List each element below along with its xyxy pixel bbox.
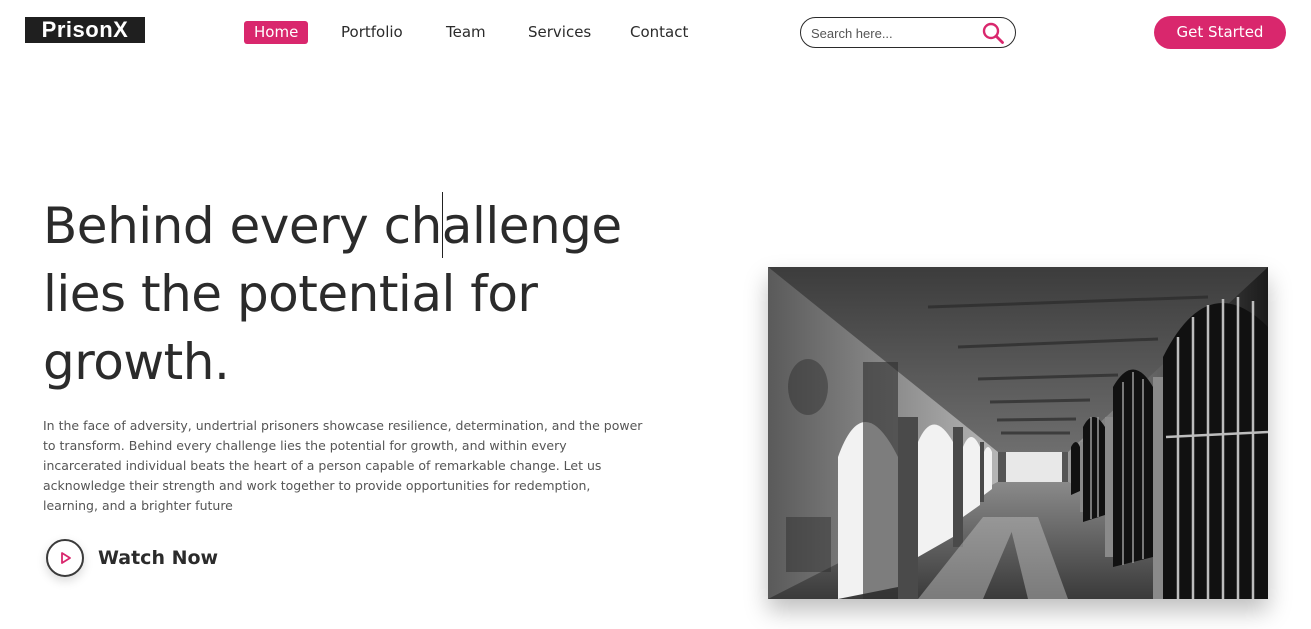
- search-icon[interactable]: [981, 21, 1005, 45]
- nav-item-team[interactable]: Team: [446, 21, 486, 44]
- watch-now-label[interactable]: Watch Now: [98, 547, 218, 569]
- brand-logo[interactable]: PrisonX: [25, 17, 145, 43]
- hero-headline-line-3: growth.: [43, 333, 230, 391]
- play-icon[interactable]: [46, 539, 84, 577]
- nav-item-services[interactable]: Services: [528, 21, 591, 44]
- text-cursor: [442, 192, 443, 258]
- hero-headline: Behind every challenge lies the potentia…: [43, 192, 683, 396]
- search-box: [800, 17, 1016, 48]
- get-started-button[interactable]: Get Started: [1154, 16, 1286, 49]
- hero-headline-line-2: lies the potential for: [43, 265, 538, 323]
- nav-item-contact[interactable]: Contact: [630, 21, 688, 44]
- nav-item-portfolio[interactable]: Portfolio: [341, 21, 403, 44]
- hero-description: In the face of adversity, undertrial pri…: [43, 418, 643, 513]
- page: PrisonX Home Portfolio Team Services Con…: [0, 0, 1311, 629]
- hero-headline-line-1: Behind every challenge: [43, 197, 622, 255]
- watch-now-button[interactable]: Watch Now: [46, 538, 218, 578]
- nav-item-home[interactable]: Home: [244, 21, 309, 44]
- search-input[interactable]: [811, 23, 971, 43]
- prison-corridor-photo: [768, 267, 1268, 599]
